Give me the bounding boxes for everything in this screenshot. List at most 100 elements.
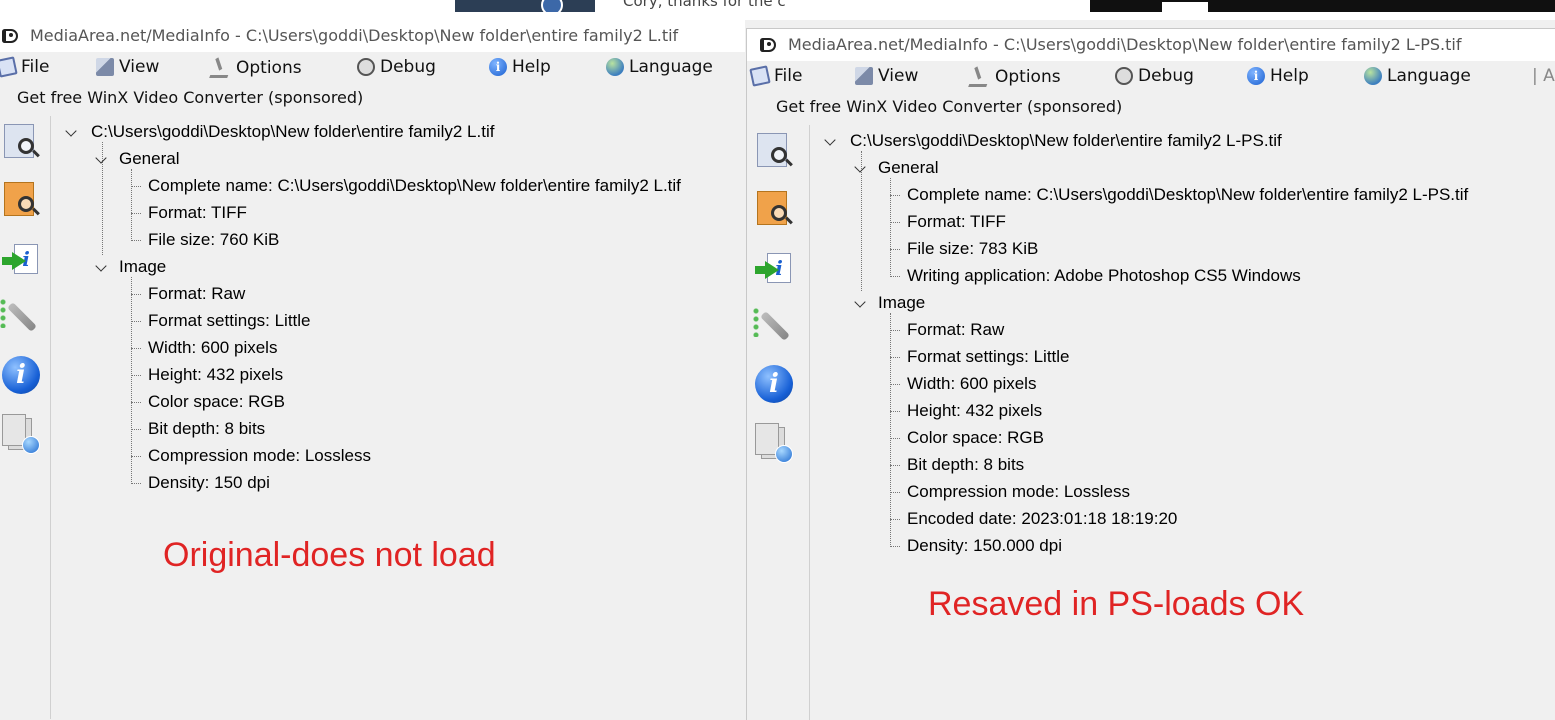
language-icon	[606, 58, 624, 76]
tree-item[interactable]: Complete name: C:\Users\goddi\Desktop\Ne…	[148, 176, 681, 196]
tree-line	[131, 456, 141, 457]
language-icon	[1364, 67, 1382, 85]
about-button[interactable]: i	[0, 354, 42, 398]
tree-file-node[interactable]: C:\Users\goddi\Desktop\New folder\entire…	[91, 122, 494, 142]
chevron-down-icon[interactable]	[65, 125, 77, 137]
tree-file-node[interactable]: C:\Users\goddi\Desktop\New folder\entire…	[850, 131, 1282, 151]
view-toolbar: i i	[747, 125, 810, 720]
chevron-down-icon[interactable]	[854, 161, 866, 173]
tree-item[interactable]: Bit depth: 8 bits	[907, 455, 1024, 475]
menu-help[interactable]: i Help	[1247, 66, 1309, 86]
mediainfo-app-icon	[760, 38, 776, 52]
tree-item[interactable]: Format settings: Little	[907, 347, 1070, 367]
chevron-down-icon[interactable]	[824, 134, 836, 146]
magnifier-icon	[771, 147, 787, 163]
tree-item[interactable]: Width: 600 pixels	[148, 338, 277, 358]
about-button[interactable]: i	[753, 363, 795, 407]
check-update-button[interactable]	[753, 421, 795, 465]
preferences-button[interactable]	[753, 305, 795, 349]
chevron-down-icon[interactable]	[95, 260, 107, 272]
tree-item[interactable]: File size: 783 KiB	[907, 239, 1038, 259]
menu-label: File	[774, 66, 803, 86]
chevron-down-icon[interactable]	[95, 152, 107, 164]
tree-item[interactable]: Height: 432 pixels	[148, 365, 283, 385]
tree-line	[890, 519, 900, 520]
tree-item[interactable]: Encoded date: 2023:01:18 18:19:20	[907, 509, 1177, 529]
menu-bar: File View Options Debug i Help Language	[0, 54, 745, 86]
window-title: MediaArea.net/MediaInfo - C:\Users\goddi…	[30, 26, 679, 45]
tree-item[interactable]: Complete name: C:\Users\goddi\Desktop\Ne…	[907, 185, 1468, 205]
background-thumbnail	[455, 0, 595, 12]
tree-item[interactable]: Bit depth: 8 bits	[148, 419, 265, 439]
tree-image-node[interactable]: Image	[119, 257, 166, 277]
tree-line	[890, 249, 900, 250]
menu-view[interactable]: View	[855, 66, 918, 86]
tree-item[interactable]: Color space: RGB	[907, 428, 1044, 448]
tree-line	[131, 429, 141, 430]
globe-icon	[775, 445, 793, 463]
menu-language[interactable]: Language	[606, 57, 713, 77]
tree-general-node[interactable]: General	[878, 158, 938, 178]
tree-line	[131, 402, 141, 403]
menu-help[interactable]: i Help	[489, 57, 551, 77]
view-icon	[855, 67, 873, 85]
annotation-left: Original-does not load	[163, 536, 496, 574]
tree-item[interactable]: Format: Raw	[148, 284, 245, 304]
background-tab	[1162, 2, 1208, 12]
title-bar[interactable]: MediaArea.net/MediaInfo - C:\Users\goddi…	[747, 29, 1555, 61]
tree-general-node[interactable]: General	[119, 149, 179, 169]
tree-item[interactable]: Width: 600 pixels	[907, 374, 1036, 394]
annotation-right: Resaved in PS-loads OK	[928, 585, 1305, 623]
check-update-button[interactable]	[0, 412, 42, 456]
menu-file[interactable]: File	[0, 56, 49, 78]
sponsored-link[interactable]: Get free WinX Video Converter (sponsored…	[17, 88, 363, 107]
tree-line	[890, 222, 900, 223]
tree-line	[890, 411, 900, 412]
easy-view-button[interactable]	[0, 120, 42, 164]
tree-line	[890, 384, 900, 385]
tree-item[interactable]: Format: TIFF	[148, 203, 247, 223]
mediainfo-app-icon	[2, 29, 18, 43]
tree-line	[131, 240, 141, 241]
title-bar[interactable]: MediaArea.net/MediaInfo - C:\Users\goddi…	[0, 20, 745, 52]
menu-debug[interactable]: Debug	[1115, 66, 1194, 86]
background-dark-window	[1090, 0, 1555, 12]
tree-item[interactable]: Density: 150 dpi	[148, 473, 270, 493]
chevron-down-icon[interactable]	[854, 296, 866, 308]
tree-item[interactable]: Compression mode: Lossless	[907, 482, 1130, 502]
tree-line	[890, 313, 891, 547]
tree-line	[890, 438, 900, 439]
sheet-view-button[interactable]	[0, 178, 42, 222]
export-button[interactable]: i	[753, 249, 795, 293]
menu-bar: File View Options Debug i Help Language |…	[747, 63, 1555, 95]
menu-debug[interactable]: Debug	[357, 57, 436, 77]
tree-item[interactable]: Format settings: Little	[148, 311, 311, 331]
tree-item[interactable]: Format: TIFF	[907, 212, 1006, 232]
view-toolbar: i i	[0, 116, 51, 719]
tree-item[interactable]: Format: Raw	[907, 320, 1004, 340]
sponsored-link[interactable]: Get free WinX Video Converter (sponsored…	[776, 97, 1122, 116]
easy-view-button[interactable]	[753, 129, 795, 173]
tree-item[interactable]: Height: 432 pixels	[907, 401, 1042, 421]
menu-options[interactable]: Options	[968, 66, 1061, 87]
menu-language[interactable]: Language	[1364, 66, 1471, 86]
tree-item[interactable]: File size: 760 KiB	[148, 230, 279, 250]
menu-label: Debug	[1138, 66, 1194, 86]
mediainfo-window-right: MediaArea.net/MediaInfo - C:\Users\goddi…	[746, 28, 1555, 720]
menu-options[interactable]: Options	[209, 57, 302, 78]
menu-view[interactable]: View	[96, 57, 159, 77]
debug-icon	[357, 58, 375, 76]
menu-file[interactable]: File	[749, 65, 803, 87]
preferences-button[interactable]	[0, 296, 42, 340]
tree-item[interactable]: Compression mode: Lossless	[148, 446, 371, 466]
view-icon	[96, 58, 114, 76]
tree-item[interactable]: Density: 150.000 dpi	[907, 536, 1062, 556]
about-icon: i	[2, 356, 40, 394]
sheet-view-button[interactable]	[753, 187, 795, 231]
tree-item[interactable]: Color space: RGB	[148, 392, 285, 412]
tree-image-node[interactable]: Image	[878, 293, 925, 313]
tree-item[interactable]: Writing application: Adobe Photoshop CS5…	[907, 266, 1301, 286]
export-button[interactable]: i	[0, 240, 42, 284]
menu-overflow[interactable]: | A	[1532, 66, 1555, 86]
arrow-right-icon	[755, 261, 779, 279]
